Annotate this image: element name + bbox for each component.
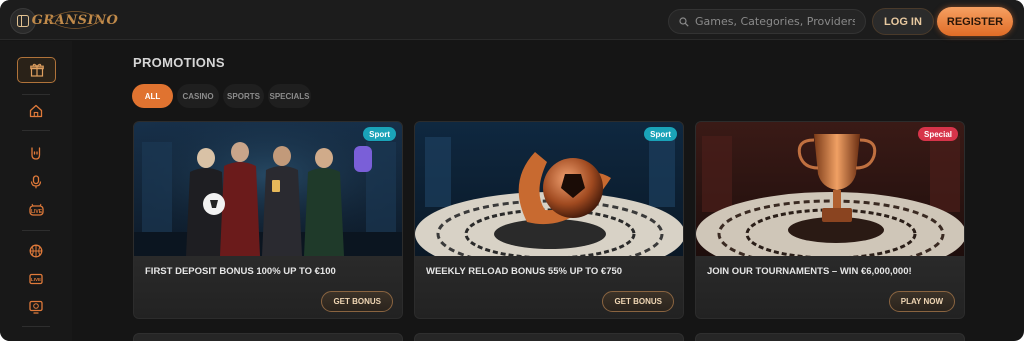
page-title: PROMOTIONS <box>133 55 225 70</box>
brand-logo[interactable]: GRANSINO <box>32 5 118 35</box>
promotion-card[interactable]: Sport WEEKLY RELOAD BONUS 55% UP TO €750… <box>414 121 684 319</box>
promotion-card-partial[interactable] <box>695 333 965 341</box>
tab-all[interactable]: ALL <box>132 84 173 108</box>
sidebar-item-promotions[interactable] <box>17 57 56 83</box>
register-button[interactable]: REGISTER <box>937 7 1013 36</box>
promotion-card-partial[interactable] <box>414 333 684 341</box>
category-badge: Sport <box>363 127 396 141</box>
sidebar-item-live-sports[interactable]: LIVE <box>26 269 46 289</box>
category-badge-label: Sport <box>650 129 671 139</box>
sidebar-item-home[interactable] <box>26 101 46 121</box>
promotion-card[interactable]: Special JOIN OUR TOURNAMENTS – WIN €6,00… <box>695 121 965 319</box>
promotion-card[interactable]: Sport FIRST DEPOSIT BONUS 100% UP TO €10… <box>133 121 403 319</box>
basketball-icon <box>29 244 43 258</box>
search-icon <box>679 16 689 27</box>
svg-text:LIVE: LIVE <box>31 277 41 282</box>
home-icon <box>29 104 43 118</box>
search-input[interactable] <box>695 15 855 28</box>
promotion-card-partial[interactable] <box>133 333 403 341</box>
promotion-image-footballers <box>134 122 402 256</box>
sidebar-item-sports[interactable] <box>26 241 46 261</box>
category-badge: Special <box>917 127 958 141</box>
login-button-label: LOG IN <box>884 15 922 28</box>
promotion-image-football <box>415 122 683 256</box>
login-button[interactable]: LOG IN <box>872 8 934 35</box>
promotion-title: JOIN OUR TOURNAMENTS – WIN €6,000,000! <box>707 266 912 277</box>
promotion-image-trophy <box>696 122 964 256</box>
sidebar-divider <box>22 94 50 95</box>
tab-label: SPECIALS <box>269 91 310 101</box>
sidebar-divider <box>22 130 50 131</box>
sidebar-item-live-casino[interactable]: LIVE <box>26 200 46 220</box>
tab-label: ALL <box>144 91 161 101</box>
tab-specials[interactable]: SPECIALS <box>268 84 311 108</box>
promotion-title: WEEKLY RELOAD BONUS 55% UP TO €750 <box>426 266 623 277</box>
play-now-button-label: PLAY NOW <box>900 297 943 306</box>
sidebar-item-virtual-sports[interactable] <box>26 297 46 317</box>
promotion-card-footer: FIRST DEPOSIT BONUS 100% UP TO €100 GET … <box>134 256 402 318</box>
get-bonus-button[interactable]: GET BONUS <box>602 291 674 312</box>
get-bonus-button-label: GET BONUS <box>614 297 662 306</box>
tab-casino[interactable]: CASINO <box>177 84 219 108</box>
play-now-button[interactable]: PLAY NOW <box>888 291 955 312</box>
category-badge-label: Special <box>923 129 952 139</box>
sidebar: LIVE LIVE <box>0 41 72 341</box>
live-casino-icon: LIVE <box>28 203 44 216</box>
app-window: GRANSINO LOG IN REGISTER <box>0 0 1024 341</box>
virtual-sports-icon <box>29 300 43 314</box>
tab-label: CASINO <box>182 91 214 101</box>
promotion-card-footer: JOIN OUR TOURNAMENTS – WIN €6,000,000! P… <box>696 256 964 318</box>
get-bonus-button[interactable]: GET BONUS <box>321 291 393 312</box>
register-button-label: REGISTER <box>946 15 1004 28</box>
category-badge: Sport <box>644 127 677 141</box>
sidebar-divider <box>22 230 50 231</box>
sidebar-item-rock[interactable] <box>26 143 46 163</box>
get-bonus-button-label: GET BONUS <box>333 297 381 306</box>
top-bar: GRANSINO LOG IN REGISTER <box>0 0 1024 40</box>
promotion-title: FIRST DEPOSIT BONUS 100% UP TO €100 <box>145 266 336 277</box>
microphone-icon <box>30 175 42 189</box>
sidebar-toggle-icon <box>17 15 29 27</box>
live-tv-icon: LIVE <box>29 273 43 285</box>
sidebar-item-live-games[interactable] <box>26 172 46 192</box>
category-badge-label: Sport <box>369 129 390 139</box>
rock-hand-icon <box>31 147 41 160</box>
search-box[interactable] <box>668 9 866 34</box>
svg-text:LIVE: LIVE <box>30 209 42 215</box>
sidebar-divider <box>22 326 50 327</box>
gift-icon <box>29 63 44 77</box>
promotion-card-footer: WEEKLY RELOAD BONUS 55% UP TO €750 GET B… <box>415 256 683 318</box>
tab-sports[interactable]: SPORTS <box>223 84 264 108</box>
tab-label: SPORTS <box>227 91 260 101</box>
